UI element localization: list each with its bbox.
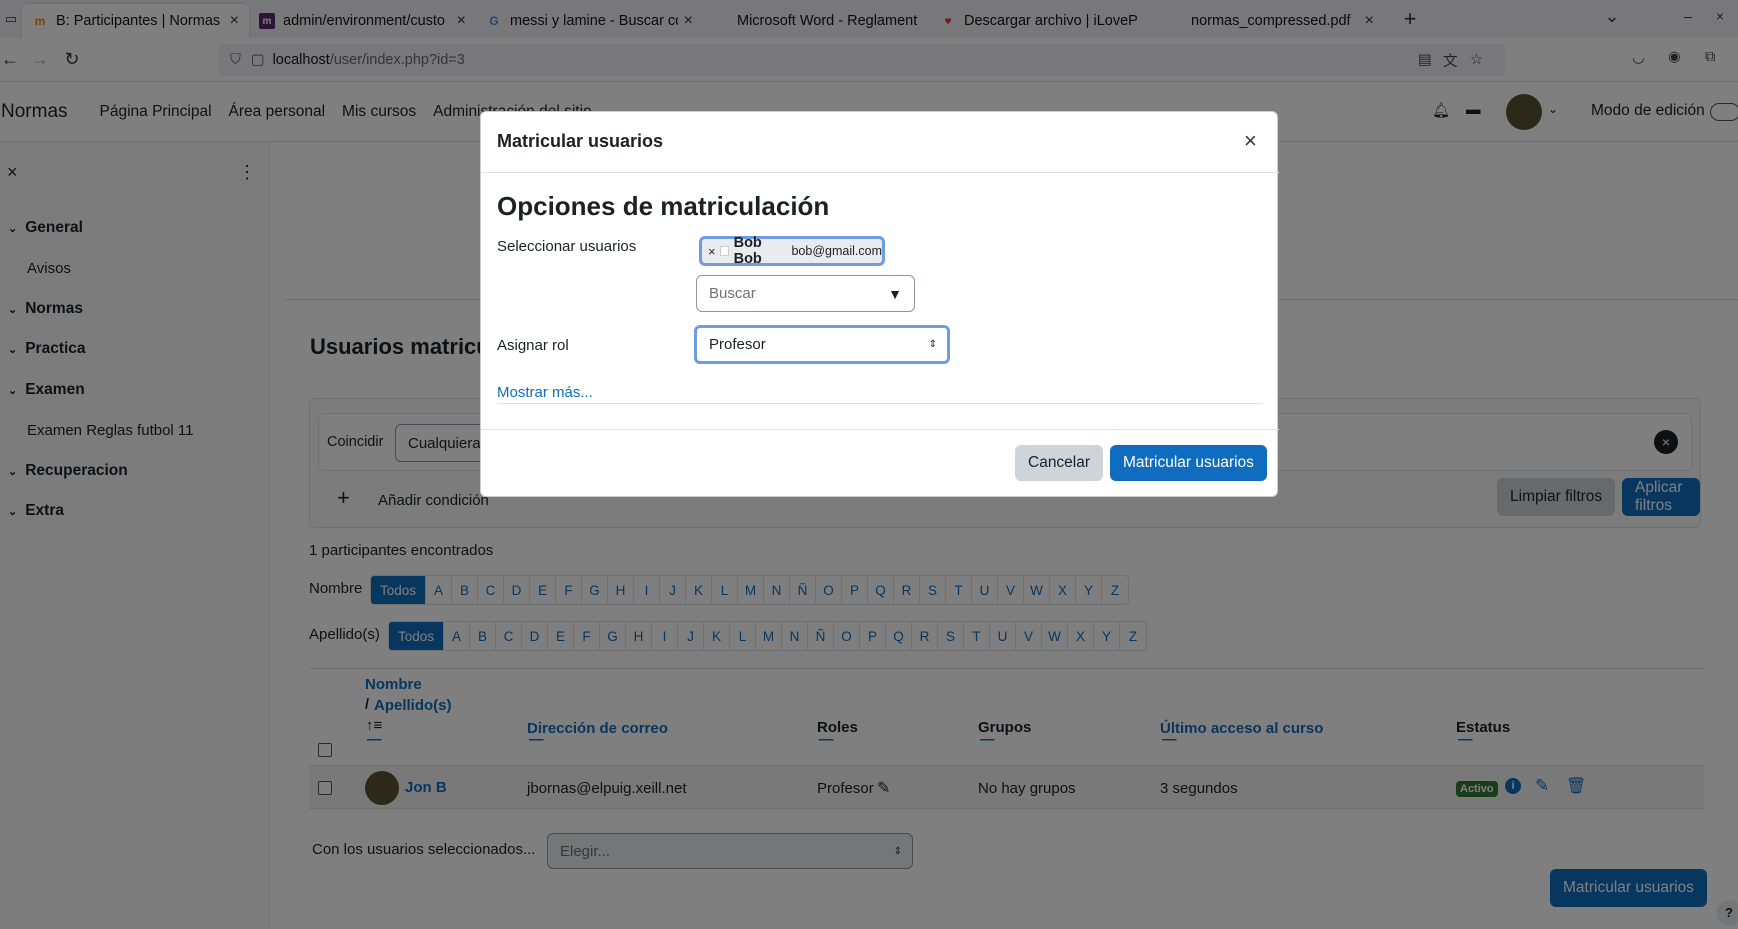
- assign-role-label: Asignar rol: [497, 337, 569, 354]
- form-divider: [497, 403, 1263, 404]
- modal-title: Matricular usuarios: [497, 131, 664, 151]
- user-chip-avatar: [719, 246, 729, 256]
- close-icon[interactable]: ×: [1244, 128, 1257, 154]
- select-users-label: Seleccionar usuarios: [497, 238, 637, 255]
- enrol-users-modal: Matricular usuarios × Opciones de matric…: [480, 111, 1279, 498]
- dropdown-arrow-icon[interactable]: ▼: [888, 286, 902, 302]
- section-heading: Opciones de matriculación: [497, 191, 830, 221]
- remove-user-icon[interactable]: ×: [708, 244, 716, 259]
- selected-user-name: Bob Bob: [733, 235, 762, 267]
- modal-header: Matricular usuarios ×: [481, 112, 1279, 173]
- selected-user-chip[interactable]: × Bob Bob bob@gmail.com: [699, 235, 885, 267]
- selected-user-email: bob@gmail.com: [791, 244, 882, 258]
- select-arrow-icon: ⇕: [928, 339, 937, 350]
- assign-role-select[interactable]: Profesor ⇕: [694, 325, 950, 364]
- modal-footer: Cancelar Matricular usuarios: [481, 429, 1279, 498]
- cancel-button[interactable]: Cancelar: [1015, 445, 1104, 481]
- show-more-link[interactable]: Mostrar más...: [497, 384, 593, 401]
- submit-enrol-button[interactable]: Matricular usuarios: [1110, 445, 1267, 481]
- search-users-input[interactable]: Buscar ▼: [696, 275, 915, 312]
